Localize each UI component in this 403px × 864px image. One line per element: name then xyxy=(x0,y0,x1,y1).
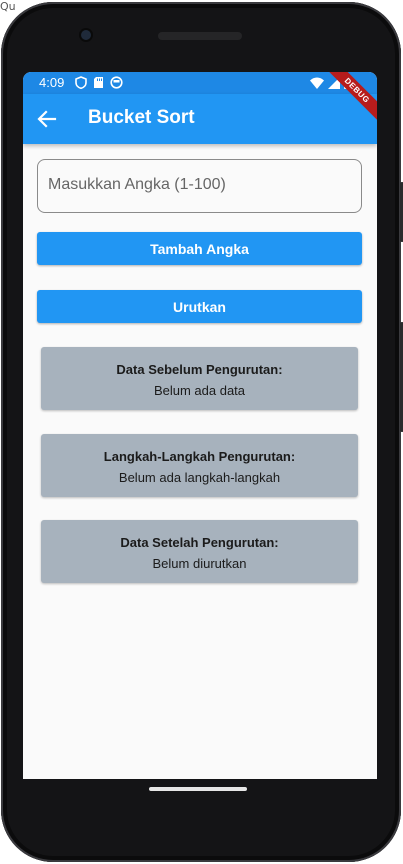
page-title: Bucket Sort xyxy=(88,107,195,128)
sd-card-icon xyxy=(94,77,103,88)
wifi-icon xyxy=(310,77,324,89)
number-input[interactable] xyxy=(38,160,348,210)
status-bar: 4:09 xyxy=(23,72,377,94)
card-title: Data Sebelum Pengurutan: xyxy=(116,362,283,377)
card-text: Belum ada langkah-langkah xyxy=(118,470,281,485)
card-text: Belum ada data xyxy=(153,383,246,398)
home-indicator[interactable] xyxy=(149,787,247,791)
shield-icon xyxy=(75,76,87,89)
sort-button[interactable]: Urutkan xyxy=(37,290,362,323)
status-time: 4:09 xyxy=(39,75,65,90)
add-number-button[interactable]: Tambah Angka xyxy=(37,232,362,265)
front-camera xyxy=(81,30,91,40)
background-window-text: Qu xyxy=(0,0,16,13)
circle-icon xyxy=(110,76,123,89)
before-sort-card: Data Sebelum Pengurutan: Belum ada data xyxy=(41,347,358,410)
back-arrow-icon[interactable] xyxy=(37,109,57,129)
after-sort-card: Data Setelah Pengurutan: Belum diurutkan xyxy=(41,520,358,583)
earpiece-speaker xyxy=(158,32,242,40)
number-input-container xyxy=(37,159,362,213)
card-text: Belum diurutkan xyxy=(152,556,247,571)
sort-steps-card: Langkah-Langkah Pengurutan: Belum ada la… xyxy=(41,434,358,497)
phone-frame: 4:09 Bucket Sort DEBUG Masukkan Angka (1… xyxy=(1,2,403,862)
card-title: Langkah-Langkah Pengurutan: xyxy=(103,449,296,464)
app-screen: 4:09 Bucket Sort DEBUG Masukkan Angka (1… xyxy=(23,72,377,779)
card-title: Data Setelah Pengurutan: xyxy=(120,535,279,550)
app-bar: Bucket Sort xyxy=(23,94,377,144)
